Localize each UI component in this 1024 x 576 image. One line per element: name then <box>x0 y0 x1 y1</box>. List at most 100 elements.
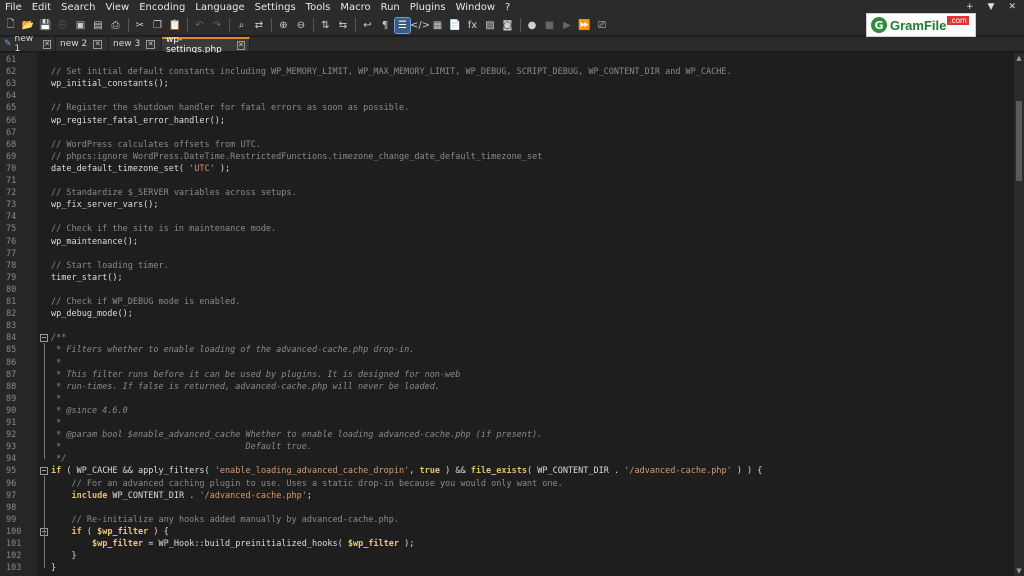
code-line[interactable]: 86 * <box>0 357 1014 369</box>
find-icon[interactable]: ⌕ <box>234 18 249 33</box>
undo-icon[interactable]: ↶ <box>192 18 207 33</box>
zoom-in-icon[interactable]: ⊕ <box>276 18 291 33</box>
indent-guide-icon[interactable]: ☰ <box>394 16 411 34</box>
show-all-chars-icon[interactable]: ¶ <box>378 18 393 33</box>
code-line[interactable]: 94 */ <box>0 453 1014 465</box>
code-line[interactable]: 97 include WP_CONTENT_DIR . '/advanced-c… <box>0 490 1014 502</box>
code-line[interactable]: 80 <box>0 284 1014 296</box>
menu-run[interactable]: Run <box>376 0 405 15</box>
save-macro-icon[interactable]: ⎚ <box>595 18 610 33</box>
menu-plugins[interactable]: Plugins <box>405 0 451 15</box>
paste-icon[interactable]: 📋 <box>168 18 183 33</box>
cut-icon[interactable]: ✂ <box>133 18 148 33</box>
dropdown-icon[interactable]: ▼ <box>988 0 995 15</box>
close-icon[interactable]: ▣ <box>73 18 88 33</box>
fold-toggle-icon[interactable]: − <box>40 334 48 343</box>
menu-encoding[interactable]: Encoding <box>134 0 190 15</box>
menu-window[interactable]: Window <box>451 0 500 15</box>
tab-new-2[interactable]: new 2 ✕ <box>56 37 109 51</box>
code-line[interactable]: 62 // Set initial default constants inclu… <box>0 66 1014 78</box>
menu-tools[interactable]: Tools <box>301 0 336 15</box>
close-window-icon[interactable]: ✕ <box>1008 0 1016 15</box>
code-line[interactable]: 96 // For an advanced caching plugin to … <box>0 478 1014 490</box>
code-line[interactable]: 73 wp_fix_server_vars(); <box>0 199 1014 211</box>
sync-vertical-icon[interactable]: ⇅ <box>318 18 333 33</box>
code-line[interactable]: 101 $wp_filter = WP_Hook::build_preiniti… <box>0 538 1014 550</box>
menu-file[interactable]: File <box>0 0 27 15</box>
copy-icon[interactable]: ❐ <box>150 18 165 33</box>
fold-toggle-icon[interactable]: − <box>40 467 48 476</box>
code-line[interactable]: 98 <box>0 502 1014 514</box>
replace-icon[interactable]: ⇄ <box>252 18 267 33</box>
code-line[interactable]: 81 // Check if WP_DEBUG mode is enabled. <box>0 296 1014 308</box>
map-icon[interactable]: ▦ <box>430 18 445 33</box>
menu-view[interactable]: View <box>100 0 134 15</box>
scroll-thumb[interactable] <box>1016 101 1022 181</box>
code-line[interactable]: 65 // Register the shutdown handler for f… <box>0 102 1014 114</box>
close-all-icon[interactable]: ▤ <box>91 18 106 33</box>
menu-search[interactable]: Search <box>56 0 100 15</box>
play-multiple-icon[interactable]: ⏩ <box>577 18 592 33</box>
code-line[interactable]: 69 // phpcs:ignore WordPress.DateTime.Res… <box>0 151 1014 163</box>
vertical-scrollbar[interactable]: ▲ ▼ <box>1014 53 1024 576</box>
code-line[interactable]: 79 timer_start(); <box>0 272 1014 284</box>
menu-edit[interactable]: Edit <box>27 0 56 15</box>
code-line[interactable]: 72 // Standardize $_SERVER variables acro… <box>0 187 1014 199</box>
sync-horizontal-icon[interactable]: ⇆ <box>336 18 351 33</box>
tab-new-3[interactable]: new 3 ✕ <box>109 37 162 51</box>
monitor-icon[interactable]: ◙ <box>500 18 515 33</box>
code-line[interactable]: 100 if ( $wp_filter ) { <box>0 526 1014 538</box>
code-line[interactable]: 63 wp_initial_constants(); <box>0 78 1014 90</box>
tab-close-icon[interactable]: ✕ <box>43 39 51 49</box>
new-file-icon[interactable]: 🗋 <box>3 18 18 33</box>
code-line[interactable]: 102 } <box>0 550 1014 562</box>
html-tag-icon[interactable]: </> <box>410 18 430 33</box>
record-macro-icon[interactable]: ● <box>525 18 540 33</box>
play-macro-icon[interactable]: ▶ <box>560 18 575 33</box>
code-line[interactable]: 68 // WordPress calculates offsets from U… <box>0 139 1014 151</box>
code-line[interactable]: 85 * Filters whether to enable loading o… <box>0 344 1014 356</box>
code-line[interactable]: 66 wp_register_fatal_error_handler(); <box>0 115 1014 127</box>
code-line[interactable]: 77 <box>0 248 1014 260</box>
code-line[interactable]: 74 <box>0 211 1014 223</box>
code-line[interactable]: 71 <box>0 175 1014 187</box>
save-all-icon[interactable]: ⎘ <box>56 18 71 33</box>
code-line[interactable]: 75 // Check if the site is in maintenance… <box>0 223 1014 235</box>
code-editor[interactable]: 61 62 // Set initial default constants inc… <box>0 53 1014 576</box>
code-line[interactable]: 61 <box>0 54 1014 66</box>
code-line[interactable]: 89 * <box>0 393 1014 405</box>
code-line[interactable]: 95 if ( WP_CACHE && apply_filters( 'enabl… <box>0 465 1014 477</box>
scroll-up-arrow-icon[interactable]: ▲ <box>1014 53 1024 63</box>
code-line[interactable]: 88 * run-times. If false is returned, ad… <box>0 381 1014 393</box>
document-list-icon[interactable]: 📄 <box>448 18 463 33</box>
code-line[interactable]: 64 <box>0 90 1014 102</box>
code-line[interactable]: 82 wp_debug_mode(); <box>0 308 1014 320</box>
menu-macro[interactable]: Macro <box>335 0 375 15</box>
zoom-out-icon[interactable]: ⊖ <box>294 18 309 33</box>
code-line[interactable]: 76 wp_maintenance(); <box>0 236 1014 248</box>
open-file-icon[interactable]: 📂 <box>21 18 36 33</box>
stop-macro-icon[interactable]: ■ <box>542 18 557 33</box>
tab-close-icon[interactable]: ✕ <box>236 40 245 50</box>
code-line[interactable]: 92 * @param bool $enable_advanced_cache … <box>0 429 1014 441</box>
code-line[interactable]: 78 // Start loading timer. <box>0 260 1014 272</box>
code-line[interactable]: 87 * This filter runs before it can be u… <box>0 369 1014 381</box>
menu-settings[interactable]: Settings <box>250 0 301 15</box>
save-icon[interactable]: 💾 <box>38 18 53 33</box>
menu-help[interactable]: ? <box>500 0 515 15</box>
code-line[interactable]: 99 // Re-initialize any hooks added manu… <box>0 514 1014 526</box>
code-line[interactable]: 90 * @since 4.6.0 <box>0 405 1014 417</box>
code-line[interactable]: 91 * <box>0 417 1014 429</box>
folder-workspace-icon[interactable]: ▨ <box>483 18 498 33</box>
tab-close-icon[interactable]: ✕ <box>93 39 103 49</box>
print-icon[interactable]: ⎙ <box>108 18 123 33</box>
code-line[interactable]: 67 <box>0 127 1014 139</box>
word-wrap-icon[interactable]: ↩ <box>360 18 375 33</box>
redo-icon[interactable]: ↷ <box>210 18 225 33</box>
tab-new-1[interactable]: ✎ new 1 ✕ <box>0 34 56 54</box>
code-line[interactable]: 84 /** <box>0 332 1014 344</box>
tab-close-icon[interactable]: ✕ <box>146 39 156 49</box>
code-line[interactable]: 83 <box>0 320 1014 332</box>
code-line[interactable]: 70 date_default_timezone_set( 'UTC' ); <box>0 163 1014 175</box>
function-list-icon[interactable]: fx <box>465 18 480 33</box>
